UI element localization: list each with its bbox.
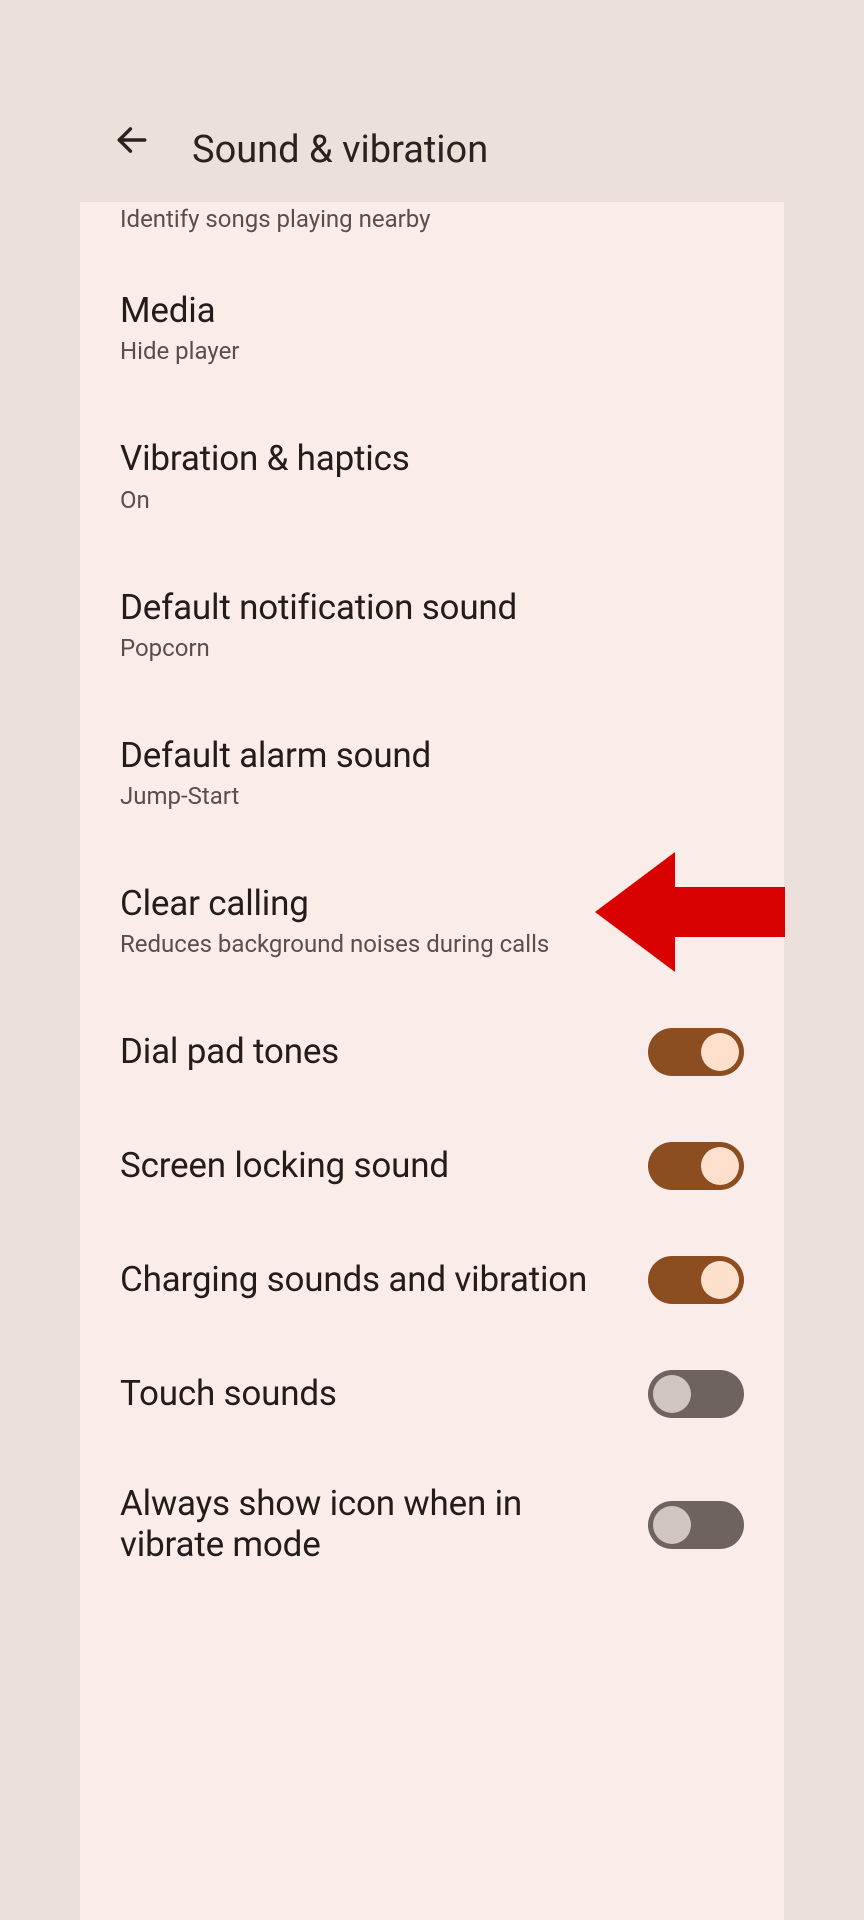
settings-list[interactable]: Now Playing Identify songs playing nearb… — [80, 202, 784, 1920]
settings-item-media[interactable]: Media Hide player — [80, 263, 784, 393]
item-title: Default notification sound — [120, 588, 724, 628]
item-title: Clear calling — [120, 884, 724, 924]
page-title: Sound & vibration — [192, 128, 488, 172]
settings-toggle-charging-sounds-vibration[interactable]: Charging sounds and vibration — [80, 1232, 784, 1328]
letterbox-left — [0, 0, 80, 1920]
settings-item-now-playing[interactable]: Now Playing Identify songs playing nearb… — [80, 202, 784, 233]
app-header: Sound & vibration — [80, 0, 784, 202]
back-button[interactable] — [102, 112, 162, 172]
item-title: Touch sounds — [120, 1374, 628, 1414]
item-title: Dial pad tones — [120, 1032, 628, 1072]
toggle-switch[interactable] — [648, 1501, 744, 1549]
item-title: Vibration & haptics — [120, 439, 724, 479]
settings-item-vibration-haptics[interactable]: Vibration & haptics On — [80, 411, 784, 541]
item-subtitle: Popcorn — [120, 634, 724, 662]
settings-item-clear-calling[interactable]: Clear calling Reduces background noises … — [80, 856, 784, 986]
item-title: Charging sounds and vibration — [120, 1260, 628, 1300]
toggle-switch[interactable] — [648, 1142, 744, 1190]
item-title: Screen locking sound — [120, 1146, 628, 1186]
item-title: Always show icon when in vibrate mode — [120, 1484, 628, 1565]
item-subtitle: Hide player — [120, 337, 724, 365]
settings-toggle-always-show-icon-vibrate[interactable]: Always show icon when in vibrate mode — [80, 1460, 784, 1589]
settings-item-default-notification-sound[interactable]: Default notification sound Popcorn — [80, 560, 784, 690]
item-subtitle: Jump-Start — [120, 782, 724, 810]
toggle-switch[interactable] — [648, 1028, 744, 1076]
item-subtitle: Identify songs playing nearby — [120, 205, 744, 233]
settings-toggle-dial-pad-tones[interactable]: Dial pad tones — [80, 1004, 784, 1100]
item-subtitle: On — [120, 486, 724, 514]
arrow-left-icon — [113, 121, 151, 163]
letterbox-right — [784, 0, 864, 1920]
toggle-switch[interactable] — [648, 1370, 744, 1418]
settings-toggle-touch-sounds[interactable]: Touch sounds — [80, 1346, 784, 1442]
item-title: Default alarm sound — [120, 736, 724, 776]
toggle-switch[interactable] — [648, 1256, 744, 1304]
settings-toggle-screen-locking-sound[interactable]: Screen locking sound — [80, 1118, 784, 1214]
item-title: Media — [120, 291, 724, 331]
item-subtitle: Reduces background noises during calls — [120, 930, 724, 958]
settings-item-default-alarm-sound[interactable]: Default alarm sound Jump-Start — [80, 708, 784, 838]
